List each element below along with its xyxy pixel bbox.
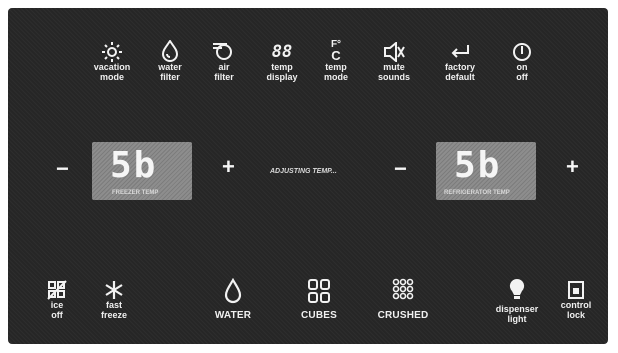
cubes-button[interactable]: CUBES: [294, 278, 344, 321]
water-label: WATER: [214, 310, 252, 321]
cubes-icon: [308, 279, 330, 303]
temp-mode-label: temp mode: [323, 62, 348, 82]
snowflake-icon: [105, 281, 123, 299]
lock-icon: [568, 281, 584, 299]
dispenser-light-label: dispenser light: [495, 304, 539, 324]
ice-off-icon: [47, 280, 67, 300]
vacation-mode-label: vacation mode: [93, 62, 131, 82]
temp-display-button[interactable]: 88 temp display: [262, 42, 302, 82]
celsius-glyph: C: [331, 48, 341, 63]
crushed-label: CRUSHED: [377, 310, 429, 321]
control-lock-button[interactable]: control lock: [554, 280, 598, 320]
power-icon: [513, 43, 531, 61]
air-filter-button[interactable]: air filter: [206, 40, 242, 82]
fast-freeze-button[interactable]: fast freeze: [96, 280, 132, 320]
power-label: on off: [516, 62, 528, 82]
refrigerator-temp-display: 5b REFRIGERATOR TEMP: [436, 142, 536, 200]
refrigerator-plus-button[interactable]: +: [566, 156, 579, 178]
freezer-plus-button[interactable]: +: [222, 156, 235, 178]
ice-off-button[interactable]: ice off: [42, 280, 72, 320]
refrigerator-minus-button[interactable]: −: [394, 158, 407, 180]
cubes-label: CUBES: [300, 310, 337, 321]
freezer-temp-display: 5b FREEZER TEMP: [92, 142, 192, 200]
factory-default-button[interactable]: factory default: [438, 42, 482, 82]
dispenser-light-button[interactable]: dispenser light: [492, 278, 542, 324]
freezer-temp-label: FREEZER TEMP: [112, 190, 159, 196]
water-filter-button[interactable]: water filter: [152, 40, 188, 82]
water-drop-icon: [161, 40, 179, 62]
vacation-mode-button[interactable]: vacation mode: [92, 42, 132, 82]
power-button[interactable]: on off: [506, 42, 538, 82]
mute-sounds-button[interactable]: mute sounds: [374, 42, 414, 82]
factory-default-label: factory default: [444, 62, 475, 82]
fahrenheit-celsius-icon: F° C: [331, 40, 341, 63]
refrigerator-temp-label: REFRIGERATOR TEMP: [444, 190, 510, 196]
air-filter-label: air filter: [214, 62, 234, 82]
temp-display-label: temp display: [266, 62, 298, 82]
temp-display-icon: 88: [271, 42, 293, 62]
ice-off-label: ice off: [50, 300, 64, 320]
water-filter-label: water filter: [158, 62, 182, 82]
adjusting-temp-text: ADJUSTING TEMP...: [270, 168, 337, 175]
fast-freeze-label: fast freeze: [100, 300, 127, 320]
control-lock-label: control lock: [560, 300, 592, 320]
air-filter-icon: [213, 43, 232, 60]
crushed-ice-icon: [392, 278, 414, 300]
control-panel: vacation mode water filter air filter 88…: [8, 8, 608, 344]
mute-sounds-label: mute sounds: [377, 62, 410, 82]
sun-icon: [102, 42, 122, 62]
freezer-minus-button[interactable]: −: [56, 158, 69, 180]
water-drop-icon: [224, 278, 242, 304]
water-button[interactable]: WATER: [208, 278, 258, 321]
crushed-button[interactable]: CRUSHED: [374, 278, 432, 321]
speaker-mute-icon: [384, 42, 405, 62]
temp-mode-button[interactable]: F° C temp mode: [318, 40, 354, 83]
return-arrow-icon: [451, 45, 469, 58]
refrigerator-temp-value: 5b: [454, 145, 502, 186]
freezer-temp-value: 5b: [110, 145, 158, 186]
light-bulb-icon: [509, 278, 525, 299]
